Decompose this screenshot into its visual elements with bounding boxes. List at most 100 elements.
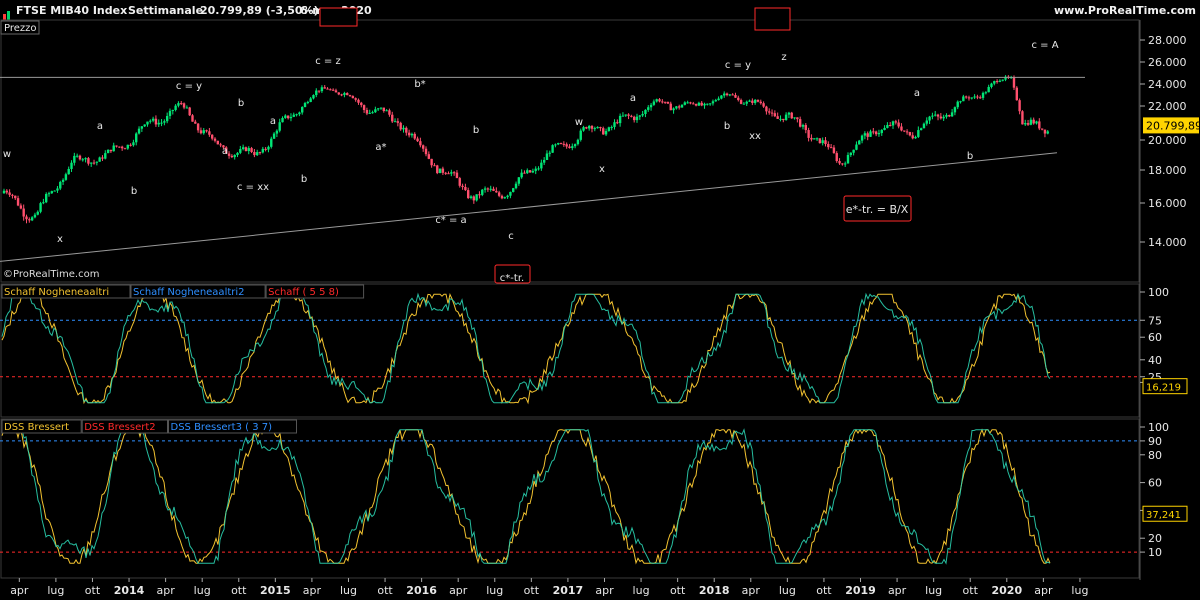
candle-body [115, 145, 118, 147]
wave-label: b* [414, 79, 425, 90]
candle-body [537, 168, 540, 170]
candle-body [548, 152, 551, 154]
candle-body [950, 112, 954, 117]
candle-body [652, 101, 656, 105]
candle-body [540, 162, 543, 169]
candle-body [326, 88, 329, 90]
chart-canvas[interactable]: 28.000 26.000 24.000 22.000 20.000 18.000 16.0… [0, 0, 1200, 600]
candle-body [641, 113, 644, 116]
candle-body [500, 195, 504, 199]
candle-body [725, 93, 729, 96]
x-tick-label: ott [231, 584, 247, 597]
candle-body [883, 127, 886, 130]
candle-body [936, 114, 940, 117]
candle-body [47, 193, 51, 195]
candle-body [205, 130, 208, 132]
candle-body [28, 219, 31, 221]
candle-body [67, 168, 70, 175]
candle-body [92, 162, 96, 164]
candle-body [382, 107, 386, 111]
candle-body [104, 153, 107, 159]
wave-label: c = y [176, 81, 202, 92]
candle-body [793, 117, 796, 119]
candle-body [734, 94, 737, 98]
x-tick-label: lug [486, 584, 503, 597]
candle-body [1032, 119, 1035, 124]
wave-label: c = y [725, 60, 751, 71]
candle-body [112, 145, 115, 152]
candle-body [140, 126, 144, 129]
candle-body [340, 94, 343, 96]
candle-body [402, 127, 405, 130]
candle-body [168, 110, 172, 116]
candle-body [196, 123, 200, 131]
x-tick-label: ott [670, 584, 686, 597]
candle-body [717, 98, 720, 101]
indicator-name: DSS Bressert2 [84, 422, 155, 433]
candle-body [374, 109, 377, 113]
candle-body [39, 203, 42, 212]
candle-body [464, 186, 467, 191]
candle-body [135, 133, 138, 143]
candle-body [154, 118, 158, 125]
x-tick-label: 2018 [699, 584, 730, 597]
osc-tick-label: 90 [1148, 435, 1162, 448]
candle-body [194, 121, 197, 124]
candle-body [36, 211, 39, 215]
candle-body [306, 101, 310, 104]
candle-body [160, 122, 163, 124]
candle-body [661, 101, 664, 103]
candle-body [891, 121, 895, 126]
candle-body [348, 95, 352, 97]
candle-body [514, 183, 518, 189]
candle-body [782, 118, 785, 121]
candle-body [360, 102, 363, 106]
price-tick-label: 24.000 [1148, 78, 1187, 91]
candle-body [984, 92, 988, 94]
candle-body [497, 192, 501, 196]
candle-body [784, 114, 788, 121]
candle-body [379, 107, 383, 109]
candle-body [807, 130, 810, 138]
candle-body [278, 122, 281, 131]
candle-body [56, 188, 59, 191]
x-tick-label: 2015 [260, 584, 291, 597]
candle-body [376, 108, 380, 110]
candle-body [545, 153, 549, 160]
candle-body [151, 118, 155, 121]
candle-body [796, 117, 799, 120]
candle-body [849, 152, 853, 155]
candle-body [894, 121, 898, 123]
osc-tick-label: 80 [1148, 449, 1162, 462]
candle-body [45, 193, 48, 203]
osc-tick-label: 60 [1148, 331, 1162, 344]
candle-body [357, 99, 360, 103]
candle-body [1040, 128, 1044, 130]
wave-label: c = A [1031, 40, 1058, 51]
candle-body [925, 120, 928, 124]
candle-body [101, 157, 104, 159]
osc-tick-label: 100 [1148, 286, 1169, 299]
candle-body [739, 100, 743, 104]
candle-body [762, 103, 765, 107]
candle-body [506, 195, 509, 198]
candle-body [686, 102, 689, 104]
candle-body [776, 116, 779, 119]
candle-body [526, 170, 529, 174]
boxed-label: c*-tr. [500, 273, 524, 284]
candle-body [351, 96, 355, 99]
candle-body [666, 101, 670, 104]
candle-body [768, 111, 771, 113]
candle-body [421, 145, 425, 149]
candle-body [846, 154, 850, 164]
candle-body [146, 121, 149, 125]
candle-body [680, 104, 684, 108]
candle-body [281, 117, 284, 123]
wave-label: b [724, 121, 730, 132]
indicator-name: Schaff Nogheneaaltri2 [133, 287, 245, 298]
candle-body [703, 103, 706, 106]
candle-body [244, 147, 248, 152]
x-tick-label: 2014 [114, 584, 145, 597]
x-tick-label: lug [925, 584, 942, 597]
candle-body [323, 87, 326, 89]
